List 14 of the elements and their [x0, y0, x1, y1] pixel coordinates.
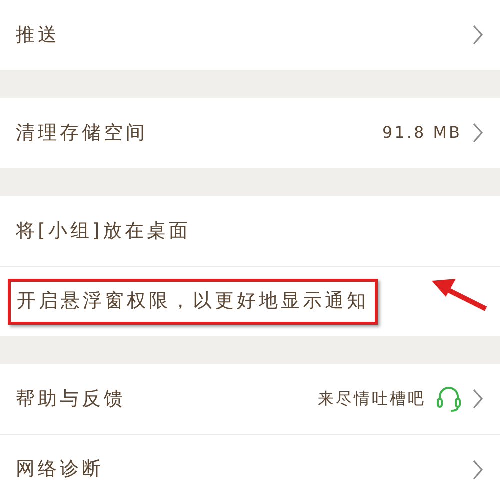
row-value: 91.8 MB [382, 122, 462, 144]
row-label: 网络诊断 [16, 457, 104, 482]
settings-row[interactable]: 推送 [0, 0, 500, 70]
row-value: 来尽情吐槽吧 [318, 388, 426, 410]
settings-row[interactable]: 帮助与反馈 来尽情吐槽吧 [0, 364, 500, 434]
settings-row[interactable]: 将[小组]放在桌面 [0, 196, 500, 266]
settings-row[interactable]: 清理存储空间 91.8 MB [0, 98, 500, 168]
row-label: 清理存储空间 [16, 120, 148, 146]
row-label: 帮助与反馈 [16, 386, 126, 412]
row-label: 开启悬浮窗权限，以更好地显示通知 [17, 289, 369, 314]
row-label: 推送 [16, 22, 60, 48]
settings-row[interactable]: 开启悬浮窗权限，以更好地显示通知 [0, 266, 500, 336]
row-label: 将[小组]放在桌面 [16, 218, 191, 244]
settings-row[interactable]: 网络诊断 [0, 434, 500, 500]
